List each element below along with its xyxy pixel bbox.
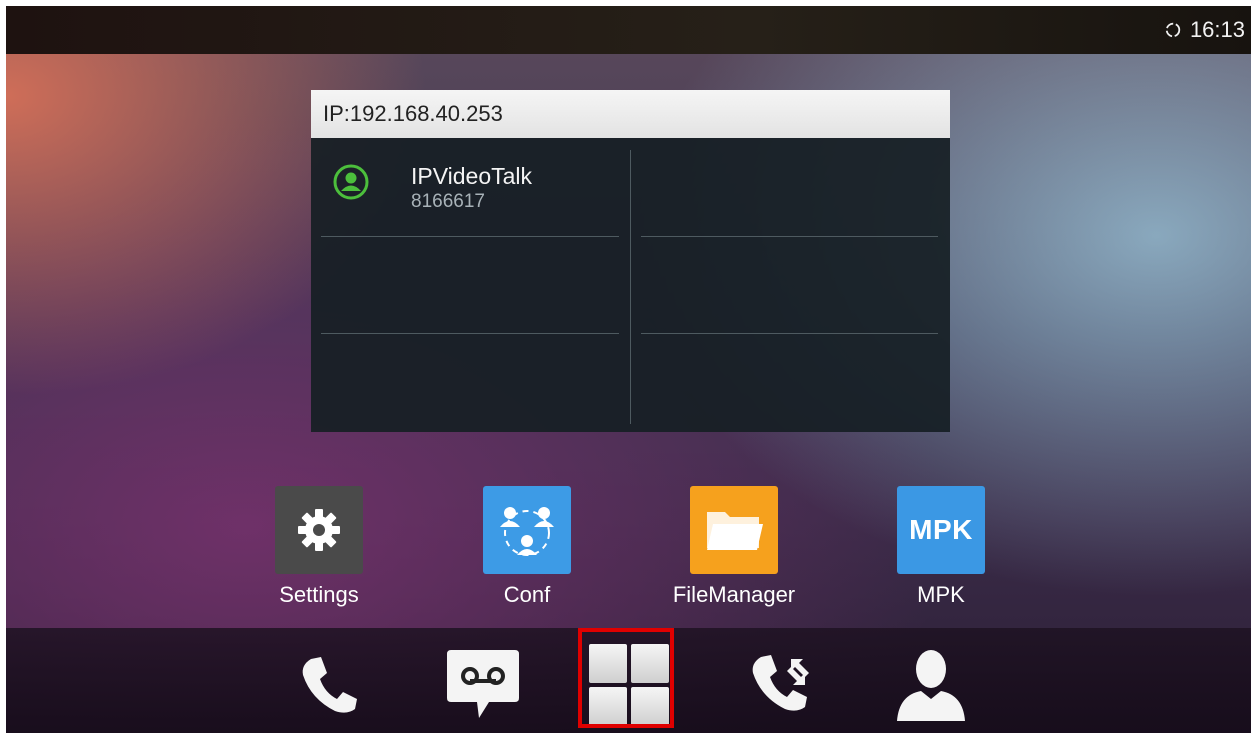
gear-icon <box>275 486 363 574</box>
dock-phone-button[interactable] <box>284 640 374 730</box>
app-settings[interactable]: Settings <box>244 486 394 608</box>
phone-icon <box>302 657 357 713</box>
status-bar: 16:13 <box>6 6 1251 54</box>
account-user-icon <box>333 164 369 200</box>
voicemail-icon <box>447 650 519 718</box>
home-screen: 16:13 IP:192.168.40.253 IPVideoTalk 8166… <box>6 6 1251 733</box>
account-number: 8166617 <box>411 191 485 212</box>
app-filemanager[interactable]: FileManager <box>659 486 809 608</box>
app-label: MPK <box>917 582 965 607</box>
call-transfer-icon <box>752 655 809 711</box>
conference-icon <box>483 486 571 574</box>
app-label: FileManager <box>672 582 796 607</box>
app-conf[interactable]: Conf <box>452 486 602 608</box>
contacts-icon <box>897 650 965 721</box>
sync-icon <box>1165 22 1181 38</box>
status-clock-area: 16:13 <box>1164 6 1245 54</box>
app-label: Settings <box>279 582 359 607</box>
app-label: Conf <box>503 582 551 607</box>
status-time: 16:13 <box>1189 17 1245 42</box>
ip-address-label: IP:192.168.40.253 <box>311 90 950 138</box>
selection-highlight <box>578 628 674 728</box>
mpk-icon: MPK <box>897 486 985 574</box>
account-grid: IPVideoTalk 8166617 <box>311 138 950 432</box>
account-slot-1[interactable]: IPVideoTalk 8166617 <box>333 162 532 214</box>
dock-voicemail-button[interactable] <box>438 640 528 730</box>
app-shortcuts: Settings Conf FileManager MPK MPK <box>6 486 1251 616</box>
account-name: IPVideoTalk <box>411 163 533 189</box>
dock-contacts-button[interactable] <box>886 640 976 730</box>
folder-icon <box>690 486 778 574</box>
app-mpk[interactable]: MPK MPK <box>866 486 1016 608</box>
dock-call-transfer-button[interactable] <box>738 640 828 730</box>
account-widget[interactable]: IP:192.168.40.253 IPVideoTalk 8166617 <box>311 90 950 432</box>
